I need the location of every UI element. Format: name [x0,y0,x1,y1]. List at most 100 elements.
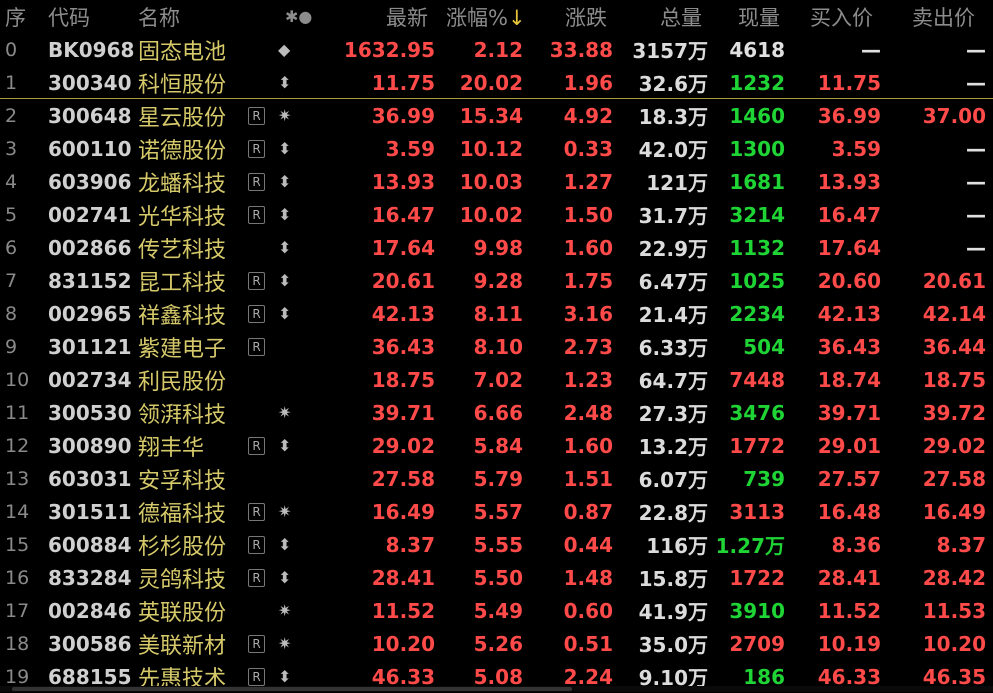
row-chg: 4.92 [563,103,613,128]
row-pct: 5.08 [473,664,523,689]
header-mark[interactable]: ✱● [285,7,312,26]
row-name: 昆工科技 [138,270,227,296]
header-bid[interactable]: 买入价 [810,2,873,32]
row-vol: 35.0万 [638,633,708,657]
r-badge-icon: R [248,568,265,587]
table-row[interactable]: 4 603906 龙蟠科技 ⬍ 13.93 10.03 1.27 121万 1681 13.93 —… [0,165,993,198]
row-seq: 19 [5,665,30,688]
row-chg: 0.51 [563,631,613,656]
row-seq: 11 [5,401,30,424]
table-row[interactable]: 3 600110 诺德股份 ⬍ 3.59 10.12 0.33 42.0万 1300 3.59 — R [0,132,993,165]
row-seq: 6 [5,236,18,259]
row-chg: 0.60 [563,598,613,623]
table-row[interactable]: 13 603031 安孚科技 27.58 5.79 1.51 6.07万 739 27.57 27… [0,462,993,495]
row-mark-icon: ✷ [278,502,292,521]
row-ask: — [966,235,986,260]
row-mark-icon: ⬍ [278,304,292,323]
row-pct: 8.11 [473,301,523,326]
table-row[interactable]: 7 831152 昆工科技 ⬍ 20.61 9.28 1.75 6.47万 1025 20.60 2… [0,264,993,297]
table-row[interactable]: 0 BK0968 固态电池 ◆ 1632.95 2.12 33.88 3157万 4618 — — [0,33,993,66]
table-row[interactable]: 1 300340 科恒股份 ⬍ 11.75 20.02 1.96 32.6万 1232 11.75… [0,66,993,99]
header-vol[interactable]: 总量 [660,2,702,32]
row-mark-icon: ✷ [278,634,292,653]
table-row[interactable]: 6 002866 传艺科技 ⬍ 17.64 9.98 1.60 22.9万 1132 17.64 — [0,231,993,264]
row-code: 300586 [48,631,132,656]
header-code[interactable]: 代码 [48,2,90,32]
table-row[interactable]: 9 301121 紫建电子 36.43 8.10 2.73 6.33万 504 36.43 36.… [0,330,993,363]
row-ask: 16.49 [922,499,986,524]
row-chg: 1.50 [563,202,613,227]
row-code: 300340 [48,70,132,95]
row-latest: 27.58 [371,466,435,491]
table-row[interactable]: 18 300586 美联新材 ✷ 10.20 5.26 0.51 35.0万 2709 10.19… [0,627,993,660]
row-bid: 46.33 [817,664,881,689]
row-bid: 42.13 [817,301,881,326]
row-chg: 1.51 [563,466,613,491]
row-cur: 4618 [729,37,785,62]
row-seq: 16 [5,566,30,589]
row-bid: 36.99 [817,103,881,128]
row-bid: 28.41 [817,565,881,590]
header-cur[interactable]: 现量 [738,2,780,32]
header-chg[interactable]: 涨跌 [565,2,607,32]
row-cur: 1132 [729,235,785,260]
row-pct: 8.10 [473,334,523,359]
row-pct: 5.84 [473,433,523,458]
header-pct[interactable]: 涨幅%↓ [446,2,526,32]
table-row[interactable]: 12 300890 翔丰华 ⬍ 29.02 5.84 1.60 13.2万 1772 29.01 2… [0,429,993,462]
row-bid: 18.74 [817,367,881,392]
row-mark-icon: ✷ [278,601,292,620]
header-ask[interactable]: 卖出价 [912,2,975,32]
row-pct: 15.34 [459,103,523,128]
row-code: 002741 [48,202,132,227]
row-seq: 12 [5,434,30,457]
row-bid: 16.48 [817,499,881,524]
table-row[interactable]: 11 300530 领湃科技 ✷ 39.71 6.66 2.48 27.3万 3476 39.71… [0,396,993,429]
header-seq[interactable]: 序 [5,2,26,32]
row-code: 833284 [48,565,132,590]
header-pct-label: 涨幅% [446,5,508,30]
row-cur: 7448 [729,367,785,392]
row-latest: 1632.95 [343,37,435,62]
row-chg: 1.48 [563,565,613,590]
table-row[interactable]: 2 300648 星云股份 ✷ 36.99 15.34 4.92 18.3万 1460 36.99… [0,99,993,132]
row-mark-icon: ✷ [278,106,292,125]
row-ask: 46.35 [922,664,986,689]
row-mark-icon: ⬍ [278,238,292,257]
row-latest: 36.43 [371,334,435,359]
row-bid: 11.52 [817,598,881,623]
table-row[interactable]: 17 002846 英联股份 ✷ 11.52 5.49 0.60 41.9万 3910 11.52… [0,594,993,627]
row-mark-icon: ⬍ [278,436,292,455]
row-mark-icon: ⬍ [278,271,292,290]
r-badge-icon: R [248,436,265,455]
row-code: 301511 [48,499,132,524]
horizontal-scrollbar[interactable] [0,686,993,692]
scrollbar-thumb[interactable] [12,687,572,691]
row-ask: 18.75 [922,367,986,392]
row-cur: 3476 [729,400,785,425]
row-name: 星云股份 [138,105,227,131]
table-row[interactable]: 10 002734 利民股份 18.75 7.02 1.23 64.7万 7448 18.74 1… [0,363,993,396]
row-bid: 27.57 [817,466,881,491]
row-name: 德福科技 [138,501,227,527]
pinned-separator [0,98,993,99]
row-ask: — [966,37,986,62]
row-seq: 14 [5,500,30,523]
header-name[interactable]: 名称 [138,2,180,32]
row-chg: 2.48 [563,400,613,425]
table-row[interactable]: 15 600884 杉杉股份 ⬍ 8.37 5.55 0.44 116万 1.27万 8.36 8.… [0,528,993,561]
row-name: 翔丰华 [138,435,205,461]
header-latest[interactable]: 最新 [386,2,428,32]
row-name: 灵鸽科技 [138,567,227,593]
table-row[interactable]: 5 002741 光华科技 ⬍ 16.47 10.02 1.50 31.7万 3214 16.47… [0,198,993,231]
row-latest: 16.49 [371,499,435,524]
row-vol: 116万 [646,534,708,558]
row-bid: 36.43 [817,334,881,359]
table-row[interactable]: 16 833284 灵鸽科技 ⬍ 28.41 5.50 1.48 15.8万 1722 28.41… [0,561,993,594]
table-row[interactable]: 8 002965 祥鑫科技 ⬍ 42.13 8.11 3.16 21.4万 2234 42.13 4… [0,297,993,330]
row-ask: — [966,169,986,194]
r-badge-icon: R [248,106,265,125]
row-bid: 11.75 [817,70,881,95]
table-row[interactable]: 14 301511 德福科技 ✷ 16.49 5.57 0.87 22.8万 3113 16.48… [0,495,993,528]
row-latest: 36.99 [371,103,435,128]
